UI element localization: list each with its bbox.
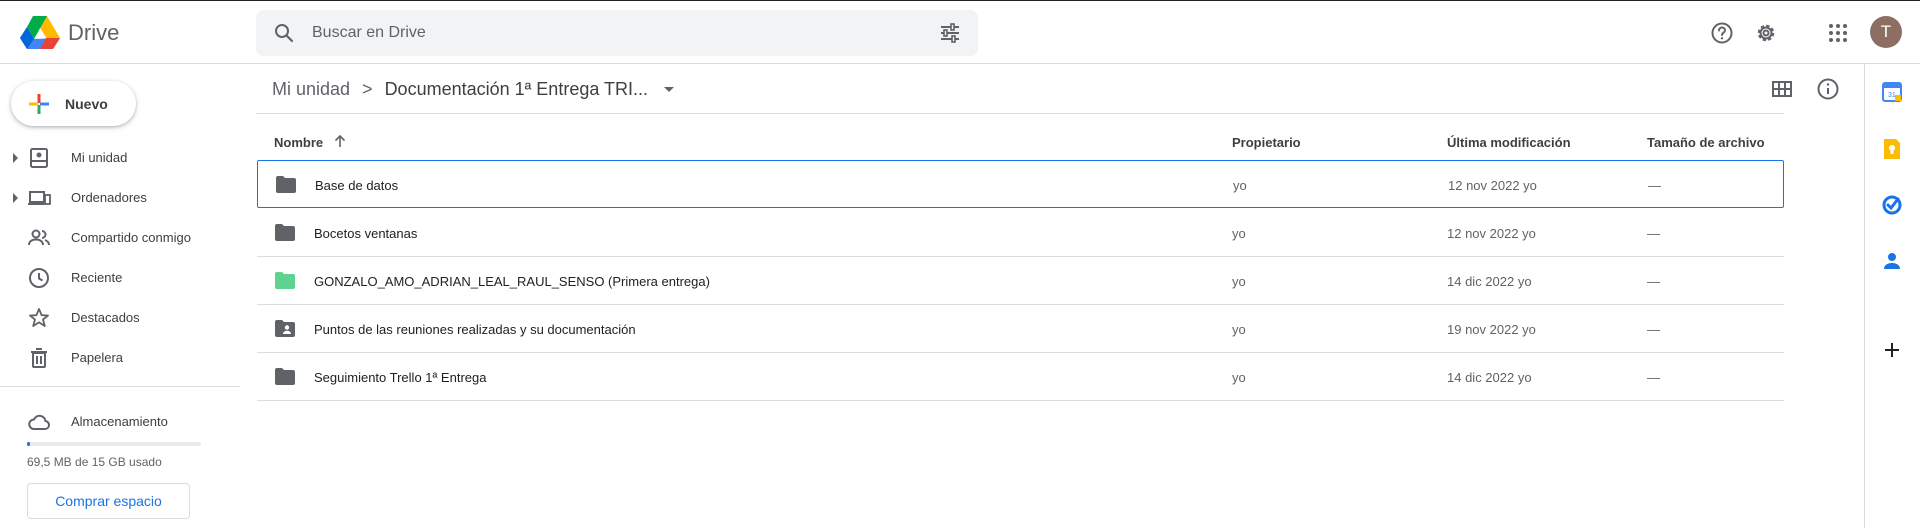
folder-icon [275,368,295,385]
sidebar-item-starred[interactable]: Destacados [0,298,240,338]
calendar-icon[interactable]: 31 [1880,80,1904,104]
sidebar-item-label: Destacados [71,310,140,325]
tasks-icon[interactable] [1880,193,1904,217]
column-header-size[interactable]: Tamaño de archivo [1647,135,1765,150]
file-size: — [1647,322,1660,337]
add-addon-plus-icon[interactable] [1880,338,1904,362]
settings-gear-icon[interactable] [1754,21,1778,45]
sidebar-nav: Mi unidad Ordenadores Compartido conmigo… [0,138,240,378]
file-name: GONZALO_AMO_ADRIAN_LEAL_RAUL_SENSO (Prim… [314,274,710,289]
keep-icon[interactable] [1880,137,1904,161]
file-owner: yo [1232,226,1246,241]
file-name: Bocetos ventanas [314,226,418,241]
grid-view-icon[interactable] [1770,77,1794,101]
trash-icon [31,348,47,368]
breadcrumb-root[interactable]: Mi unidad [272,79,350,100]
cloud-icon [28,414,50,431]
file-name: Puntos de las reuniones realizadas y su … [314,322,636,337]
search-icon[interactable] [272,21,296,45]
sidebar-item-my-drive[interactable]: Mi unidad [0,138,240,178]
shared-icon [28,229,50,246]
column-header-modified[interactable]: Última modificación [1447,135,1571,150]
folder-menu-caret-icon[interactable] [664,86,675,92]
help-icon[interactable] [1710,21,1734,45]
new-button-label: Nuevo [65,95,108,112]
file-list: Nombre Propietario Última modificación T… [257,122,1784,401]
file-modified: 14 dic 2022 yo [1447,370,1532,385]
svg-text:31: 31 [1888,92,1896,99]
file-modified: 12 nov 2022 yo [1448,178,1537,193]
account-avatar[interactable]: T [1870,16,1902,48]
file-size: — [1647,274,1660,289]
expand-arrow-icon[interactable] [13,193,18,203]
drive-logo-icon[interactable] [20,15,60,49]
breadcrumb-separator: > [362,78,373,99]
shared-folder-icon [275,320,295,337]
file-name: Base de datos [315,178,399,193]
table-row[interactable]: Base de datos yo 12 nov 2022 yo — [257,160,1784,208]
expand-arrow-icon[interactable] [13,153,18,163]
breadcrumb-current-folder[interactable]: Documentación 1ª Entrega TRI... [385,79,648,100]
table-row[interactable]: Puntos de las reuniones realizadas y su … [257,305,1784,353]
side-panel-divider [1864,64,1865,528]
storage-progress-fill [27,442,30,446]
file-name: Seguimiento Trello 1ª Entrega [314,370,487,385]
search-box[interactable] [256,10,978,56]
buy-storage-button[interactable]: Comprar espacio [27,483,190,519]
contacts-icon[interactable] [1880,249,1904,273]
sidebar-item-trash[interactable]: Papelera [0,338,240,378]
my-drive-icon [30,148,48,168]
file-size: — [1648,178,1661,193]
file-owner: yo [1233,178,1247,193]
breadcrumb: Mi unidad > Documentación 1ª Entrega TRI… [272,77,675,101]
file-modified: 12 nov 2022 yo [1447,226,1536,241]
file-owner: yo [1232,274,1246,289]
folder-icon [275,272,295,289]
sort-ascending-arrow-icon[interactable] [332,133,348,149]
sidebar-item-label: Ordenadores [71,190,147,205]
computers-icon [28,191,51,205]
folder-icon [276,176,296,193]
table-row[interactable]: Bocetos ventanas yo 12 nov 2022 yo — [257,209,1784,257]
search-input[interactable] [312,10,912,56]
storage-label: Almacenamiento [71,414,168,429]
sidebar-item-recent[interactable]: Reciente [0,258,240,298]
search-options-icon[interactable] [938,21,962,45]
table-header: Nombre Propietario Última modificación T… [257,122,1784,160]
plus-multicolor-icon [29,93,49,114]
file-owner: yo [1232,322,1246,337]
file-owner: yo [1232,370,1246,385]
toolbar-divider [256,113,1784,114]
file-size: — [1647,226,1660,241]
storage-used-text: 69,5 MB de 15 GB usado [27,455,162,469]
apps-grid-icon[interactable] [1826,21,1850,45]
sidebar-divider [0,386,240,387]
star-icon [29,308,49,327]
new-button[interactable]: Nuevo [11,81,136,126]
column-header-owner[interactable]: Propietario [1232,135,1301,150]
sidebar-item-computers[interactable]: Ordenadores [0,178,240,218]
storage-progress-bar [27,442,201,446]
table-row[interactable]: Seguimiento Trello 1ª Entrega yo 14 dic … [257,353,1784,401]
app-title[interactable]: Drive [68,20,119,46]
column-header-name[interactable]: Nombre [274,135,323,150]
sidebar-item-shared[interactable]: Compartido conmigo [0,218,240,258]
sidebar-item-label: Reciente [71,270,123,285]
folder-icon [275,224,295,241]
clock-icon [29,268,49,288]
sidebar-item-label: Compartido conmigo [71,230,191,245]
file-modified: 14 dic 2022 yo [1447,274,1532,289]
file-modified: 19 nov 2022 yo [1447,322,1536,337]
file-size: — [1647,370,1660,385]
details-info-icon[interactable] [1816,77,1840,101]
table-row[interactable]: GONZALO_AMO_ADRIAN_LEAL_RAUL_SENSO (Prim… [257,257,1784,305]
sidebar-item-label: Mi unidad [71,150,128,165]
sidebar-item-label: Papelera [71,350,124,365]
top-bar: Drive T [0,0,1920,64]
